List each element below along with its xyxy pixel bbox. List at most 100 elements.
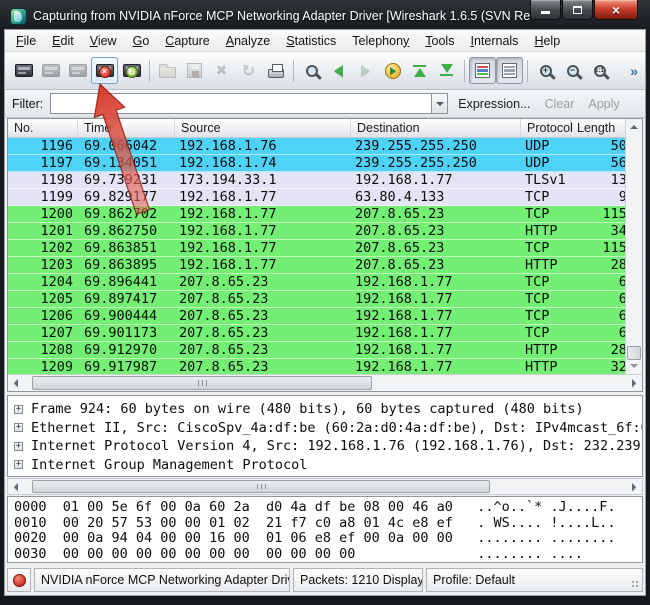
capture-interface-cell: NVIDIA nForce MCP Networking Adapter Dri… [34,568,290,592]
cell-length: 1151 [571,206,625,222]
file-save-button [181,57,208,84]
scroll-right-button[interactable] [626,375,642,391]
menu-item-telephony[interactable]: Telephony [344,32,417,50]
file-open-button [154,57,181,84]
colorize-button[interactable] [469,57,496,84]
menu-item-internals[interactable]: Internals [462,32,526,50]
expander-plus-icon[interactable]: + [14,460,23,469]
expander-plus-icon[interactable]: + [14,442,23,451]
packet-row-1200[interactable]: 120069.862702192.168.1.77207.8.65.23TCP1… [8,206,625,223]
column-header-protocol[interactable]: Protocol [521,119,571,137]
zoom-out-button[interactable]: − [559,57,586,84]
file-open-icon [159,63,176,78]
detail-line-3[interactable]: +Internet Group Management Protocol [14,456,642,475]
hscroll-thumb[interactable] [32,480,490,493]
cell-protocol: HTTP [521,359,571,374]
hscroll-thumb[interactable] [32,376,372,390]
autoscroll-button[interactable] [496,57,523,84]
zoom-100-button[interactable]: 1:1 [586,57,613,84]
list-interfaces-button[interactable] [10,57,37,84]
zoom-in-button[interactable]: + [532,57,559,84]
column-header-no[interactable]: No. [8,119,78,137]
toolbar-overflow-button[interactable]: » [630,63,640,79]
menu-item-file[interactable]: File [8,32,44,50]
scroll-down-button[interactable] [626,358,642,374]
go-forward-icon [361,65,370,77]
capture-stop-button[interactable]: × [91,57,118,84]
menu-item-edit[interactable]: Edit [44,32,82,50]
capture-restart-button[interactable]: ↻ [118,57,145,84]
menu-item-analyze[interactable]: Analyze [218,32,278,50]
column-header-time[interactable]: Time [78,119,175,137]
packet-row-1205[interactable]: 120569.897417207.8.65.23192.168.1.77TCP6… [8,291,625,308]
filter-input[interactable] [50,93,431,114]
maximize-button[interactable] [562,0,593,20]
cell-time: 69.134051 [78,155,175,171]
cell-no: 1206 [8,308,78,324]
go-back-button[interactable] [325,57,352,84]
packet-row-1197[interactable]: 119769.134051192.168.1.74239.255.255.250… [8,155,625,172]
detail-line-0[interactable]: +Frame 924: 60 bytes on wire (480 bits),… [14,400,642,419]
menu-item-capture[interactable]: Capture [157,32,217,50]
cell-time: 69.739231 [78,172,175,188]
expander-plus-icon[interactable]: + [14,423,23,432]
minimize-button[interactable] [530,0,561,20]
packet-row-1199[interactable]: 119969.829177192.168.1.7763.80.4.133TCP9… [8,189,625,206]
packet-row-1209[interactable]: 120969.917987207.8.65.23192.168.1.77HTTP… [8,359,625,374]
filter-dropdown-button[interactable] [431,93,448,114]
find-button[interactable] [298,57,325,84]
packet-row-1202[interactable]: 120269.863851192.168.1.77207.8.65.23TCP1… [8,240,625,257]
scroll-left-button[interactable] [8,479,24,494]
go-bottom-button[interactable] [433,57,460,84]
packet-list-hscrollbar[interactable] [8,374,642,391]
vertical-scrollbar[interactable] [625,119,642,374]
detail-line-1[interactable]: + Ethernet II, Src: CiscoSpv_4a:df:be (60… [14,419,642,438]
zoom-out-icon: − [567,65,579,77]
packet-row-1196[interactable]: 119669.066042192.168.1.76239.255.255.250… [8,138,625,155]
cell-length: 286 [571,342,625,358]
menu-item-statistics[interactable]: Statistics [278,32,344,50]
cell-protocol: TCP [521,291,571,307]
apply-button[interactable]: Apply [588,97,619,111]
print-button[interactable] [262,57,289,84]
expert-info-cell[interactable] [7,568,31,592]
go-back-icon [334,65,343,77]
menu-item-go[interactable]: Go [125,32,158,50]
hex-dump-pane[interactable]: 0000 01 00 5e 6f 00 0a 60 2a d0 4a df be… [7,496,643,563]
profile-cell[interactable]: Profile: Default [426,568,643,592]
expression-button[interactable]: Expression... [458,97,530,111]
column-header-source[interactable]: Source [175,119,351,137]
packet-row-1198[interactable]: 119869.739231173.194.33.1192.168.1.77TLS… [8,172,625,189]
packet-row-1208[interactable]: 120869.912970207.8.65.23192.168.1.77HTTP… [8,342,625,359]
menu-item-view[interactable]: View [82,32,125,50]
scroll-right-button[interactable] [626,479,642,494]
column-header-destination[interactable]: Destination [351,119,521,137]
go-top-button[interactable] [406,57,433,84]
expert-info-led-icon [13,574,26,587]
cell-protocol: TCP [521,274,571,290]
resize-grip[interactable] [631,580,640,589]
go-to-button[interactable] [379,57,406,84]
clear-button[interactable]: Clear [545,97,575,111]
menu-item-tools[interactable]: Tools [417,32,462,50]
packet-row-1206[interactable]: 120669.900444207.8.65.23192.168.1.77TCP6… [8,308,625,325]
cell-source: 192.168.1.77 [175,206,351,222]
cell-destination: 192.168.1.77 [351,172,521,188]
details-hscrollbar[interactable] [7,478,643,495]
detail-line-text: Ethernet II, Src: CiscoSpv_4a:df:be (60:… [31,420,643,436]
hex-line-0000: 0000 01 00 5e 6f 00 0a 60 2a d0 4a df be… [14,500,642,516]
close-button[interactable]: × [594,0,638,20]
packet-list-rows: 119669.066042192.168.1.76239.255.255.250… [8,138,625,374]
cell-time: 69.896441 [78,274,175,290]
column-header-length[interactable]: Length [571,119,625,137]
scroll-up-button[interactable] [626,119,642,135]
scroll-left-button[interactable] [8,375,24,391]
packet-row-1203[interactable]: 120369.863895192.168.1.77207.8.65.23HTTP… [8,257,625,274]
packet-row-1207[interactable]: 120769.901173207.8.65.23192.168.1.77TCP6… [8,325,625,342]
detail-line-2[interactable]: +Internet Protocol Version 4, Src: 192.1… [14,437,642,456]
menu-item-help[interactable]: Help [526,32,568,50]
expander-plus-icon[interactable]: + [14,405,23,414]
packet-row-1201[interactable]: 120169.862750192.168.1.77207.8.65.23HTTP… [8,223,625,240]
packet-row-1204[interactable]: 120469.896441207.8.65.23192.168.1.77TCP6… [8,274,625,291]
file-save-icon [187,63,202,78]
